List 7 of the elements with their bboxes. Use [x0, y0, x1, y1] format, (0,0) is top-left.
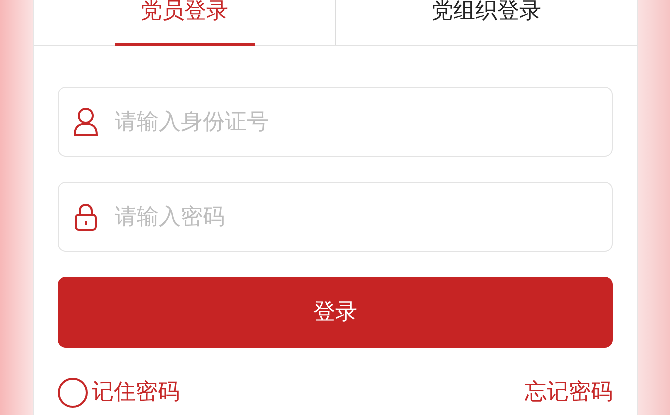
lock-icon [74, 202, 98, 232]
remember-password-checkbox[interactable]: 记住密码 [58, 376, 180, 409]
user-icon [73, 107, 99, 137]
forgot-password-link[interactable]: 忘记密码 [525, 376, 613, 409]
password-field[interactable]: 请输入密码 [58, 182, 613, 252]
login-button[interactable]: 登录 [58, 277, 613, 348]
id-number-field[interactable]: 请输入身份证号 [58, 87, 613, 157]
